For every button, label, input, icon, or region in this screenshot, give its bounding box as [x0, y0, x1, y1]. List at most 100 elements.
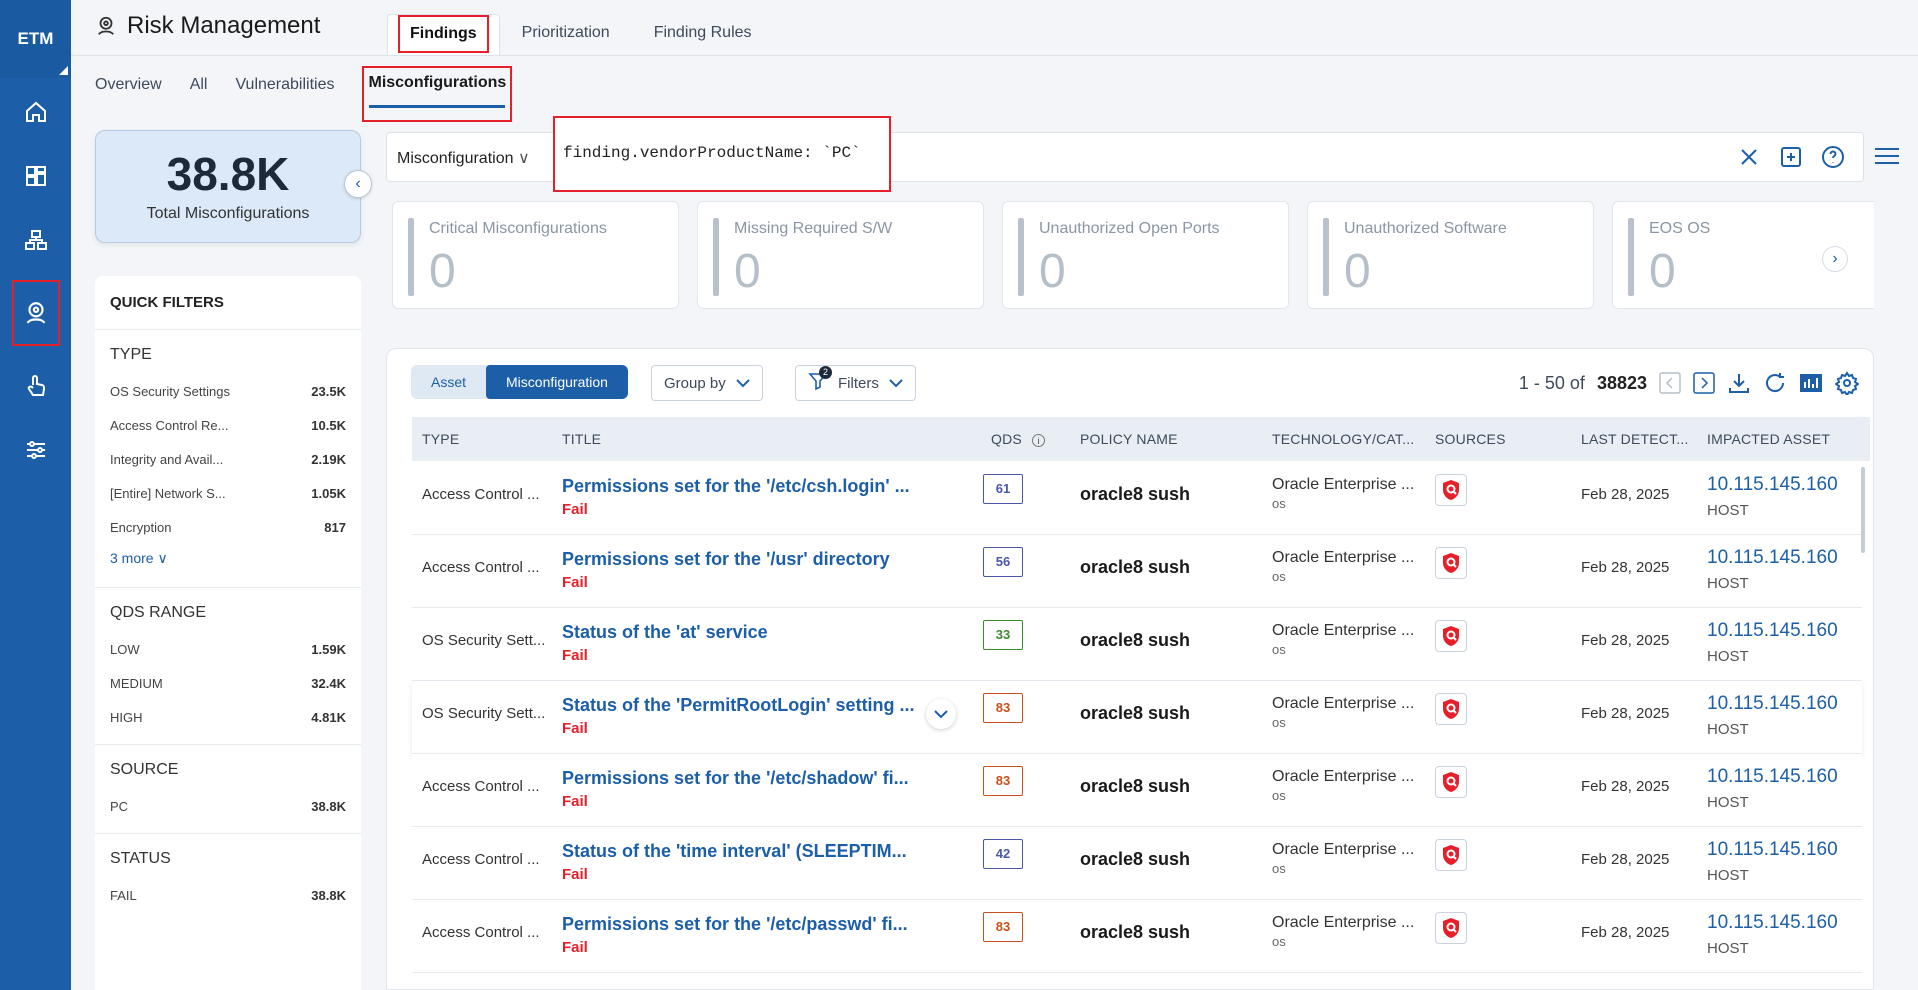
cell-type: Access Control ...: [422, 778, 540, 795]
col-sources[interactable]: SOURCES: [1435, 431, 1506, 447]
filter-row[interactable]: MEDIUM 32.4K: [110, 666, 346, 700]
finding-title-link[interactable]: Permissions set for the '/etc/shadow' fi…: [562, 768, 932, 789]
findings-panel: Asset Misconfiguration Group by 2 Filter…: [386, 348, 1874, 990]
table-header: TYPE TITLE QDS i POLICY NAME TECHNOLOGY/…: [412, 417, 1870, 461]
filter-row[interactable]: Access Control Re... 10.5K: [110, 408, 346, 442]
tab-findings[interactable]: Findings: [387, 14, 500, 55]
source-qualys-icon[interactable]: [1435, 620, 1467, 652]
kpi-card[interactable]: Unauthorized Software 0: [1307, 201, 1594, 309]
asset-ip-link[interactable]: 10.115.145.160: [1707, 547, 1838, 569]
search-type-select[interactable]: Misconfiguration ∨: [397, 148, 530, 168]
asset-ip-link[interactable]: 10.115.145.160: [1707, 620, 1838, 642]
filter-count: 38.8K: [311, 798, 346, 814]
col-technology[interactable]: TECHNOLOGY/CAT...: [1272, 431, 1414, 447]
filters-label: Filters: [838, 374, 879, 392]
source-qualys-icon[interactable]: [1435, 839, 1467, 871]
nav-risk[interactable]: [11, 280, 60, 346]
subtab-misconfigurations[interactable]: Misconfigurations: [362, 66, 513, 122]
table-row[interactable]: OS Security Sett... Status of the 'Permit…: [412, 681, 1862, 754]
asset-ip-link[interactable]: 10.115.145.160: [1707, 693, 1838, 715]
filter-row[interactable]: LOW 1.59K: [110, 632, 346, 666]
subtab-vulnerabilities[interactable]: Vulnerabilities: [235, 68, 334, 116]
download-icon[interactable]: [1727, 371, 1751, 395]
qds-badge: 61: [983, 474, 1023, 504]
col-last-detected[interactable]: LAST DETECT...: [1581, 431, 1689, 447]
source-qualys-icon[interactable]: [1435, 766, 1467, 798]
search-input[interactable]: finding.vendorProductName: `PC`: [553, 116, 891, 192]
kpi-card[interactable]: Unauthorized Open Ports 0: [1002, 201, 1289, 309]
gear-icon[interactable]: [1835, 371, 1859, 395]
nav-dashboard[interactable]: [14, 154, 58, 198]
subtab-all[interactable]: All: [190, 68, 208, 116]
finding-title-link[interactable]: Permissions set for the '/etc/passwd' fi…: [562, 914, 932, 935]
nav-settings[interactable]: [14, 428, 58, 472]
table-row[interactable]: OS Security Sett... Status of the 'at' se…: [412, 608, 1862, 681]
kpi-card[interactable]: Missing Required S/W 0: [697, 201, 984, 309]
group-by-dropdown[interactable]: Group by: [651, 365, 763, 401]
collapse-panel-button[interactable]: ‹: [344, 170, 372, 198]
table-row[interactable]: Access Control ... Status of the 'time in…: [412, 827, 1862, 900]
brand-menu[interactable]: ETM: [0, 0, 71, 78]
finding-title-link[interactable]: Status of the 'PermitRootLogin' setting …: [562, 695, 932, 716]
refresh-icon[interactable]: [1763, 371, 1787, 395]
chart-toggle-icon[interactable]: [1799, 371, 1823, 395]
filter-row[interactable]: Encryption 817: [110, 510, 346, 544]
table-row[interactable]: Access Control ... Permissions set for th…: [412, 754, 1862, 827]
hamburger-menu[interactable]: [1874, 144, 1900, 173]
col-title[interactable]: TITLE: [562, 431, 601, 447]
technology-name: Oracle Enterprise ...: [1272, 914, 1415, 931]
asset-ip-link[interactable]: 10.115.145.160: [1707, 474, 1838, 496]
kpi-label: Critical Misconfigurations: [429, 220, 607, 237]
next-page-icon[interactable]: [1693, 372, 1715, 394]
show-more-link[interactable]: 3 more ∨: [110, 544, 346, 577]
tab-prioritization[interactable]: Prioritization: [500, 14, 632, 55]
toggle-asset[interactable]: Asset: [411, 365, 486, 399]
help-icon[interactable]: [1821, 145, 1845, 169]
table-scrollbar[interactable]: [1861, 467, 1865, 553]
source-qualys-icon[interactable]: [1435, 912, 1467, 944]
add-query-icon[interactable]: [1779, 145, 1803, 169]
clear-icon[interactable]: [1737, 145, 1761, 169]
source-qualys-icon[interactable]: [1435, 474, 1467, 506]
subtab-overview[interactable]: Overview: [95, 68, 162, 116]
table-row[interactable]: Access Control ... Permissions set for th…: [412, 462, 1862, 535]
col-policy[interactable]: POLICY NAME: [1080, 431, 1178, 447]
filter-row[interactable]: OS Security Settings 23.5K: [110, 374, 346, 408]
filter-count: 2.19K: [311, 451, 346, 467]
tab-finding-rules[interactable]: Finding Rules: [632, 14, 774, 55]
table-row[interactable]: Access Control ... Permissions set for th…: [412, 535, 1862, 608]
filters-dropdown[interactable]: 2 Filters: [795, 365, 916, 401]
finding-title-link[interactable]: Permissions set for the '/usr' directory: [562, 549, 932, 570]
table-row[interactable]: Access Control ... Permissions set for th…: [412, 900, 1862, 973]
filter-label: MEDIUM: [110, 675, 163, 691]
finding-title-link[interactable]: Status of the 'at' service: [562, 622, 932, 643]
prev-page-icon[interactable]: [1659, 372, 1681, 394]
pager-range: 1 - 50 of: [1518, 372, 1585, 393]
filter-section-qds: QDS RANGE LOW 1.59K MEDIUM 32.4K HIGH 4.81K: [95, 588, 361, 745]
toggle-misconfiguration[interactable]: Misconfiguration: [486, 365, 628, 399]
asset-ip-link[interactable]: 10.115.145.160: [1707, 912, 1838, 934]
finding-title-link[interactable]: Permissions set for the '/etc/csh.login'…: [562, 476, 932, 497]
col-impacted-asset[interactable]: IMPACTED ASSET: [1707, 431, 1830, 447]
nav-response[interactable]: [14, 364, 58, 408]
cell-title: Permissions set for the '/usr' directory…: [562, 549, 932, 591]
finding-title-link[interactable]: Status of the 'time interval' (SLEEPTIM.…: [562, 841, 932, 862]
source-qualys-icon[interactable]: [1435, 693, 1467, 725]
nav-home[interactable]: [14, 90, 58, 134]
expand-row-button[interactable]: [926, 699, 956, 729]
kpi-next-button[interactable]: ›: [1822, 246, 1848, 272]
asset-ip-link[interactable]: 10.115.145.160: [1707, 766, 1838, 788]
kpi-card[interactable]: Critical Misconfigurations 0: [392, 201, 679, 309]
chevron-left-icon: ‹: [355, 175, 361, 192]
col-qds[interactable]: QDS i: [991, 431, 1046, 447]
source-qualys-icon[interactable]: [1435, 547, 1467, 579]
col-type[interactable]: TYPE: [422, 431, 459, 447]
nav-assets[interactable]: [14, 218, 58, 262]
filter-row[interactable]: PC 38.8K: [110, 789, 346, 823]
filter-row[interactable]: FAIL 38.8K: [110, 878, 346, 912]
asset-ip-link[interactable]: 10.115.145.160: [1707, 839, 1838, 861]
filter-row[interactable]: HIGH 4.81K: [110, 700, 346, 734]
kpi-value: 0: [734, 245, 761, 298]
filter-row[interactable]: [Entire] Network S... 1.05K: [110, 476, 346, 510]
filter-row[interactable]: Integrity and Avail... 2.19K: [110, 442, 346, 476]
